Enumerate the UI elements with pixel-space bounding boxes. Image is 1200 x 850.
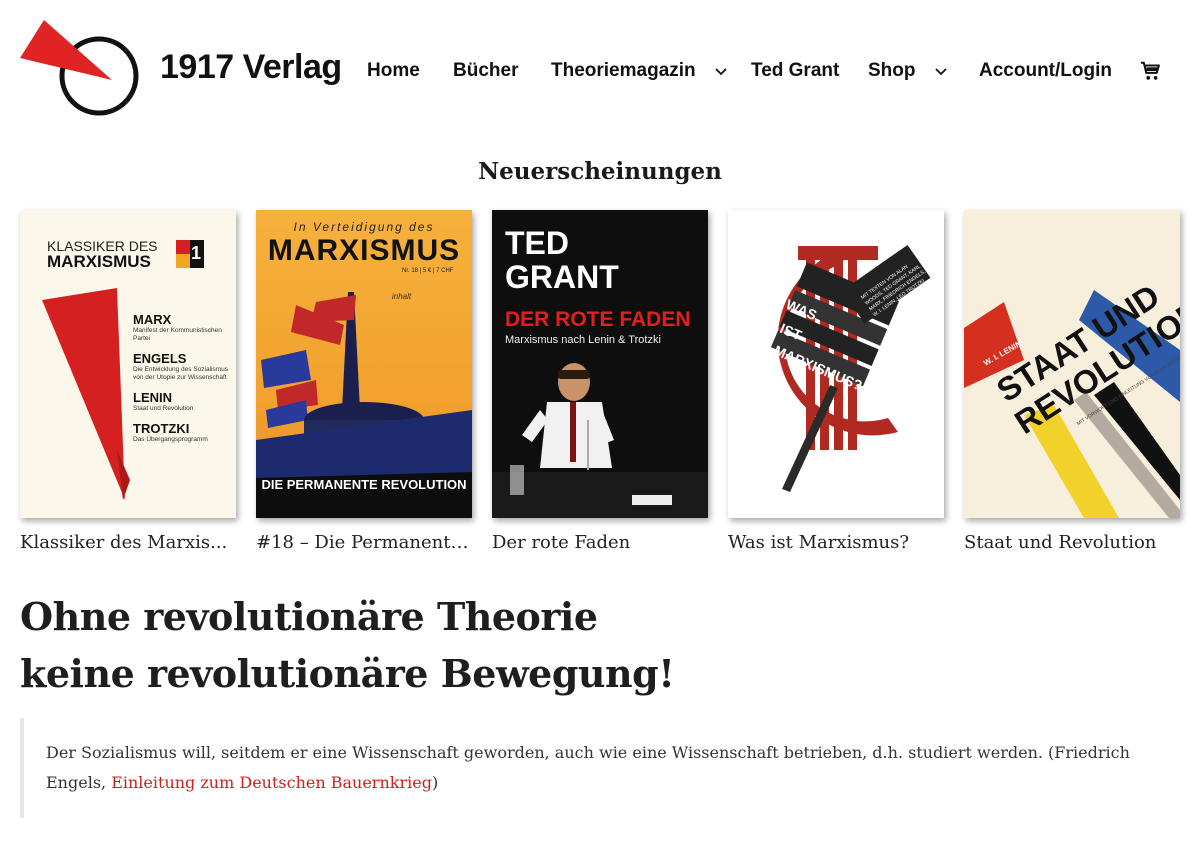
book-title[interactable]: Staat und Revolution [964, 532, 1200, 553]
nav-item-label: Account/Login [979, 60, 1112, 81]
cover-bottom-text: DIE PERMANENTE REVOLUTION [261, 477, 467, 492]
book-card-staat-und-revolution[interactable]: W. I. LENIN STAAT UND REVOLUTION MIT VOR… [964, 210, 1180, 553]
cover-entries: MARX Manifest der Kommunistischen Partei… [133, 312, 229, 444]
chevron-down-icon[interactable] [933, 63, 949, 79]
headline-line1: Ohne revolutionäre Theorie [20, 594, 598, 639]
quote-source-link[interactable]: Einleitung zum Deutschen Bauernkrieg [111, 773, 432, 792]
nav-item-buecher[interactable]: Bücher [453, 58, 518, 84]
section-heading-new-releases: Neuerscheinungen [478, 158, 722, 185]
nav-item-account-login[interactable]: Account/Login [979, 58, 1112, 84]
nav-item-ted-grant[interactable]: Ted Grant [751, 58, 839, 84]
nav-item-label: Home [367, 60, 420, 81]
headline-line2: keine revolutionäre Bewegung! [20, 651, 675, 696]
main-headline: Ohne revolutionäre Theorie keine revolut… [20, 588, 920, 702]
book-title[interactable]: Klassiker des Marxis... [20, 532, 236, 553]
book-cover[interactable]: TED GRANT DER ROTE FADEN Marxismus nach … [492, 210, 708, 518]
book-grid: KLASSIKER DES MARXISMUS 1 MARX Manifest … [20, 210, 1182, 570]
book-title[interactable]: Was ist Marxismus? [728, 532, 944, 553]
nav-item-label: Bücher [453, 60, 519, 81]
nav-item-shop[interactable]: Shop [868, 58, 949, 84]
cover-entry-name: MARX [133, 312, 172, 327]
main-nav: Home Bücher Theoriemagazin Ted Grant Sho… [0, 58, 1200, 84]
book-card-der-rote-faden[interactable]: TED GRANT DER ROTE FADEN Marxismus nach … [492, 210, 708, 553]
book-cover[interactable]: KLASSIKER DES MARXISMUS 1 MARX Manifest … [20, 210, 236, 518]
book-cover[interactable]: W. I. LENIN STAAT UND REVOLUTION MIT VOR… [964, 210, 1180, 518]
nav-item-label: Shop [868, 60, 916, 81]
quote-closing: ) [431, 773, 439, 792]
cart-icon[interactable] [1140, 60, 1162, 82]
cover-entry-sub: Manifest der Kommunistischen Partei [133, 327, 222, 342]
cover-entry-name: ENGELS [133, 351, 187, 366]
book-card-klassiker[interactable]: KLASSIKER DES MARXISMUS 1 MARX Manifest … [20, 210, 236, 553]
cover-entry-sub: Staat und Revolution [133, 405, 194, 412]
cover-photo [492, 363, 708, 518]
chevron-down-icon[interactable] [713, 63, 729, 79]
cover-art [770, 244, 931, 492]
book-title[interactable]: #18 – Die Permanente ... [256, 532, 472, 553]
book-cover[interactable]: WAS IST MARXISMUS? MIT TEXTEN VON ALAN W… [728, 210, 944, 518]
nav-item-label: Ted Grant [751, 60, 840, 81]
book-cover[interactable]: In Verteidigung des MARXISMUS Nr. 18 | 5… [256, 210, 472, 518]
cover-art [256, 292, 472, 518]
book-title[interactable]: Der rote Faden [492, 532, 708, 553]
blockquote: Der Sozialismus will, seitdem er eine Wi… [20, 718, 1160, 818]
cover-entry-sub: Das Übergangsprogramm [133, 436, 208, 443]
cover-entry-name: TROTZKI [133, 421, 190, 436]
book-card-permanente-revolution[interactable]: In Verteidigung des MARXISMUS Nr. 18 | 5… [256, 210, 472, 553]
nav-item-home[interactable]: Home [367, 58, 420, 84]
cover-entry-sub: Die Entwicklung des Sozialismus von der … [133, 366, 229, 381]
book-card-was-ist-marxismus[interactable]: WAS IST MARXISMUS? MIT TEXTEN VON ALAN W… [728, 210, 944, 553]
nav-item-theoriemagazin[interactable]: Theoriemagazin [551, 58, 729, 84]
site-header: 1917 Verlag Home Bücher Theoriemagazin T… [0, 0, 1200, 140]
nav-item-label: Theoriemagazin [551, 60, 696, 81]
cover-entry-name: LENIN [133, 390, 172, 405]
